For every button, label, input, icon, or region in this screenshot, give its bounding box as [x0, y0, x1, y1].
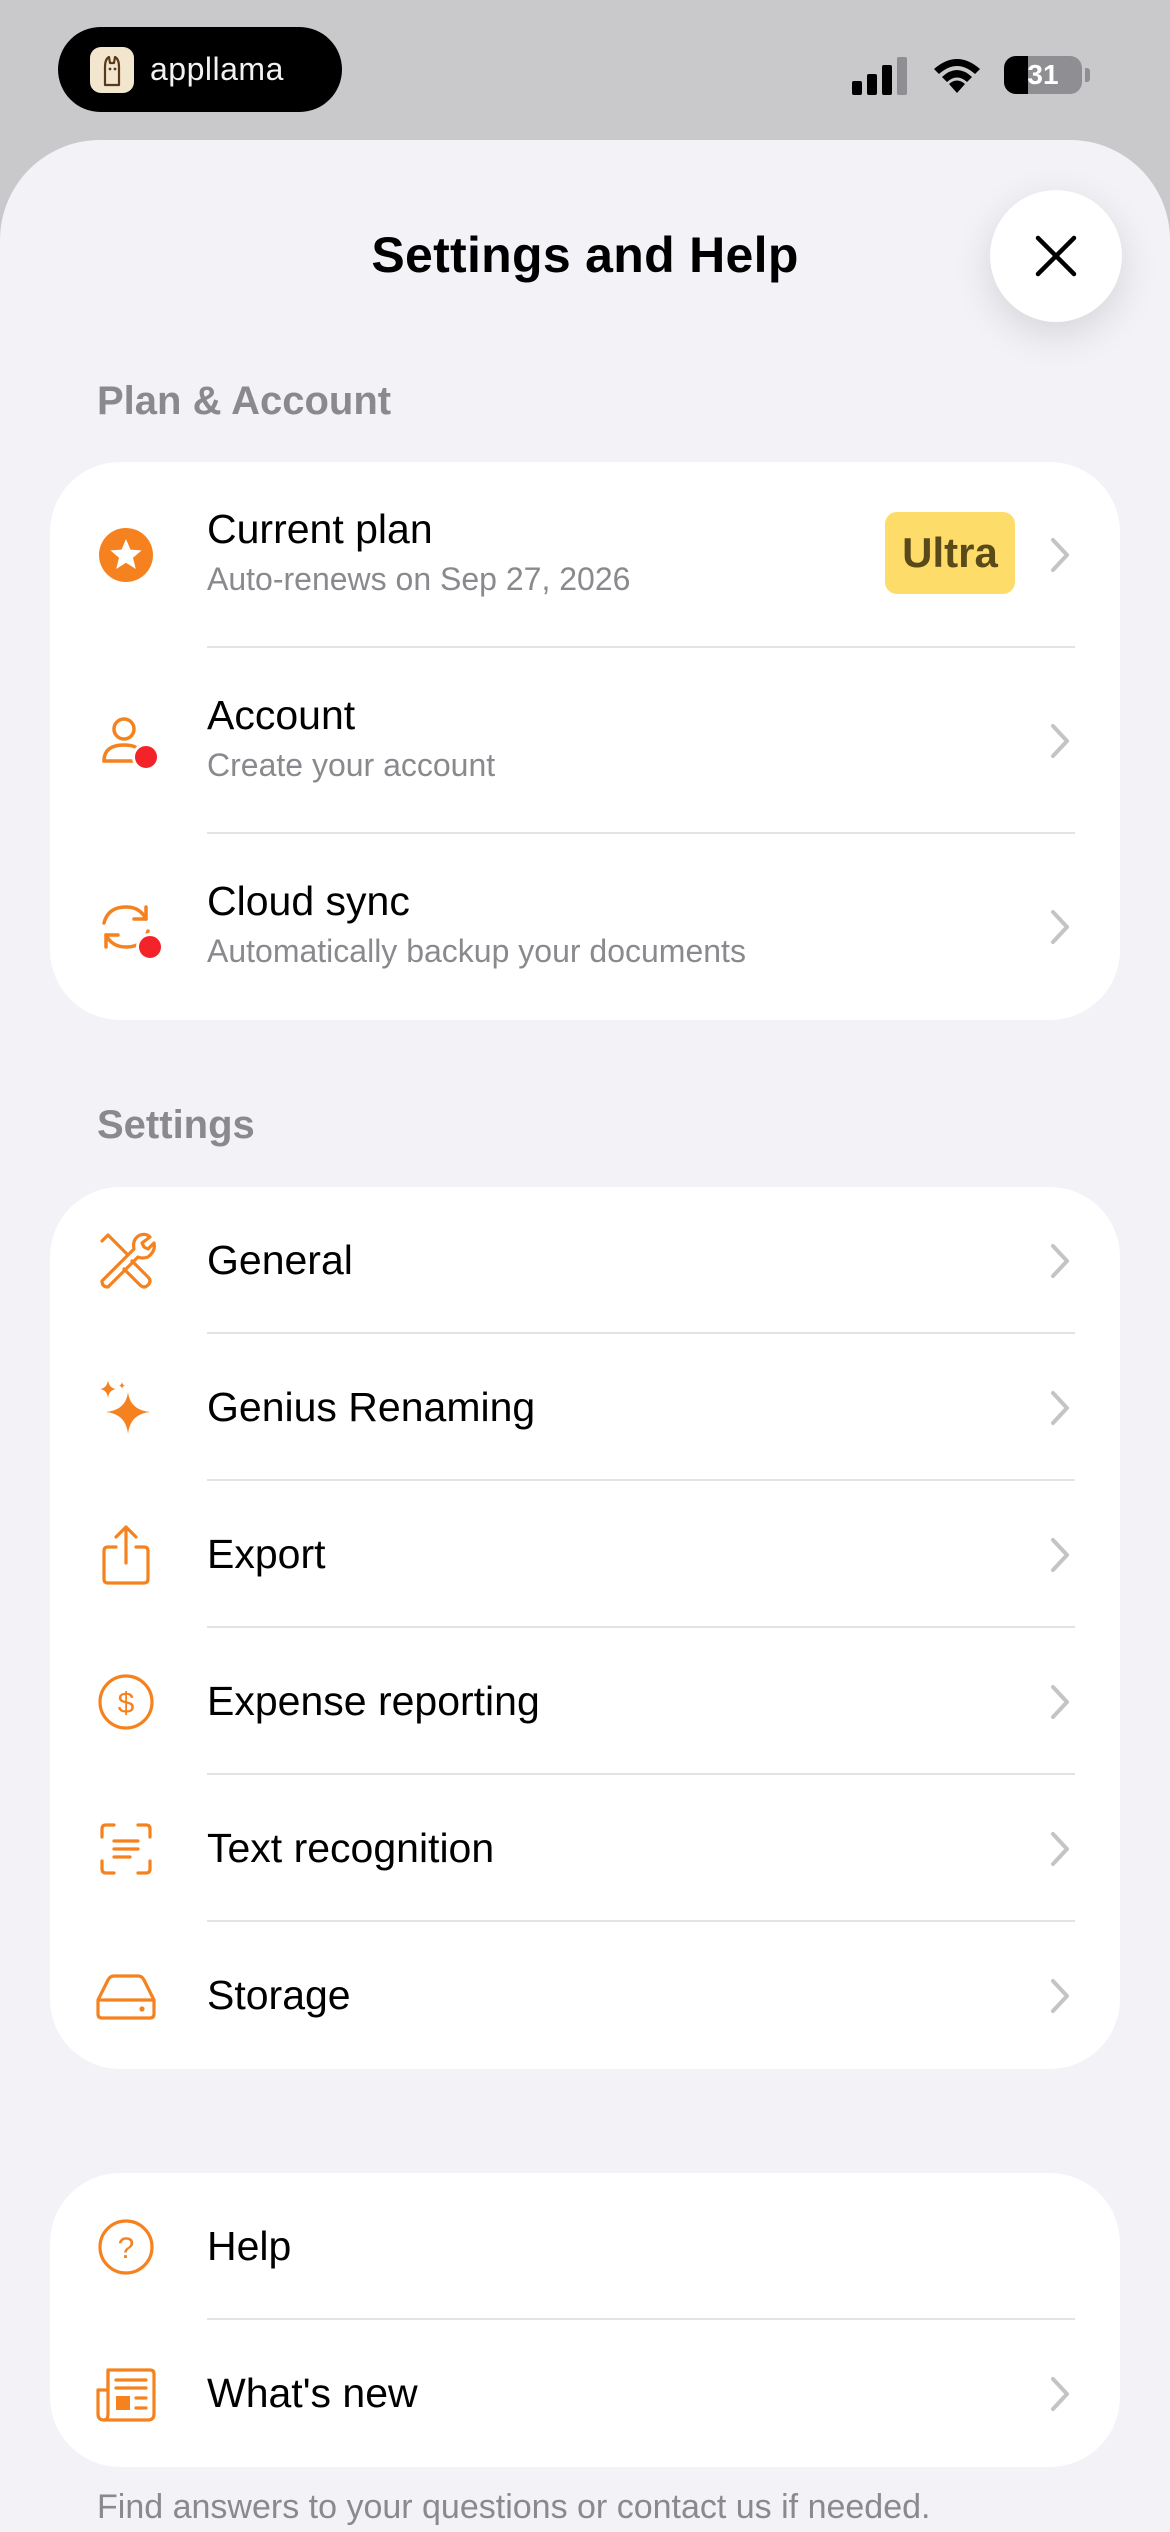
app-switcher-pill[interactable]: appllama [58, 27, 342, 112]
drive-icon [94, 1964, 158, 2028]
cloud-sync-subtitle: Automatically backup your documents [207, 933, 746, 970]
settings-sheet: Settings and Help Plan & Account Current… [0, 140, 1170, 2532]
newspaper-icon [94, 2362, 158, 2426]
close-button[interactable] [990, 190, 1122, 322]
account-title: Account [207, 692, 356, 738]
plan-badge: Ultra [885, 512, 1015, 594]
chevron-right-icon [1051, 1244, 1069, 1278]
app-name: appllama [150, 51, 284, 87]
row-general[interactable]: General [50, 1187, 1120, 1334]
help-card: ? Help What's new [50, 2173, 1120, 2467]
row-genius-renaming[interactable]: Genius Renaming [50, 1334, 1120, 1481]
sync-icon [94, 895, 164, 961]
settings-card: General Genius Renaming Export $ Expense… [50, 1187, 1120, 2069]
row-account[interactable]: Account Create your account [50, 648, 1120, 834]
chevron-right-icon [1051, 1832, 1069, 1866]
svg-text:$: $ [118, 1687, 135, 1720]
notification-dot [136, 933, 164, 961]
battery-cap [1085, 68, 1090, 82]
storage-title: Storage [207, 1972, 351, 2018]
notification-dot [132, 743, 160, 771]
chevron-right-icon [1051, 1685, 1069, 1719]
sparkle-icon [94, 1376, 158, 1440]
help-title: Help [207, 2223, 292, 2269]
whats-new-title: What's new [207, 2370, 418, 2416]
cellular-signal-icon [852, 57, 907, 95]
status-icons: 31 [852, 50, 1090, 100]
chevron-right-icon [1051, 1979, 1069, 2013]
row-export[interactable]: Export [50, 1481, 1120, 1628]
svg-text:?: ? [118, 2232, 135, 2265]
text-scan-icon [94, 1817, 158, 1881]
row-current-plan[interactable]: Current plan Auto-renews on Sep 27, 2026… [50, 462, 1120, 648]
close-icon [1035, 235, 1077, 277]
row-cloud-sync[interactable]: Cloud sync Automatically backup your doc… [50, 834, 1120, 1020]
section-header-plan-account: Plan & Account [97, 379, 392, 423]
chevron-right-icon [1051, 2377, 1069, 2411]
tools-icon [94, 1229, 158, 1293]
row-storage[interactable]: Storage [50, 1922, 1120, 2069]
help-footer-note: Find answers to your questions or contac… [97, 2488, 931, 2526]
status-bar: appllama 31 [0, 0, 1170, 140]
expense-reporting-title: Expense reporting [207, 1678, 540, 1724]
account-subtitle: Create your account [207, 747, 496, 784]
row-whats-new[interactable]: What's new [50, 2320, 1120, 2467]
chevron-right-icon [1051, 1391, 1069, 1425]
person-icon [94, 709, 160, 773]
chevron-right-icon [1051, 910, 1069, 944]
question-circle-icon: ? [94, 2215, 158, 2279]
current-plan-title: Current plan [207, 506, 433, 552]
wifi-icon [934, 59, 980, 93]
text-recognition-title: Text recognition [207, 1825, 495, 1871]
general-title: General [207, 1237, 353, 1283]
export-title: Export [207, 1531, 326, 1577]
row-help[interactable]: ? Help [50, 2173, 1120, 2320]
battery-indicator: 31 [1004, 56, 1082, 94]
share-icon [94, 1523, 158, 1587]
chevron-right-icon [1051, 724, 1069, 758]
battery-percentage: 31 [1027, 59, 1059, 90]
chevron-right-icon [1051, 538, 1069, 572]
star-circle-icon [94, 523, 158, 587]
plan-account-card: Current plan Auto-renews on Sep 27, 2026… [50, 462, 1120, 1020]
row-text-recognition[interactable]: Text recognition [50, 1775, 1120, 1922]
llama-logo-icon [90, 46, 134, 93]
chevron-right-icon [1051, 1538, 1069, 1572]
dollar-circle-icon: $ [94, 1670, 158, 1734]
row-expense-reporting[interactable]: $ Expense reporting [50, 1628, 1120, 1775]
section-header-settings: Settings [97, 1103, 255, 1147]
genius-renaming-title: Genius Renaming [207, 1384, 536, 1430]
cloud-sync-title: Cloud sync [207, 878, 410, 924]
current-plan-renewal: Auto-renews on Sep 27, 2026 [207, 561, 631, 598]
